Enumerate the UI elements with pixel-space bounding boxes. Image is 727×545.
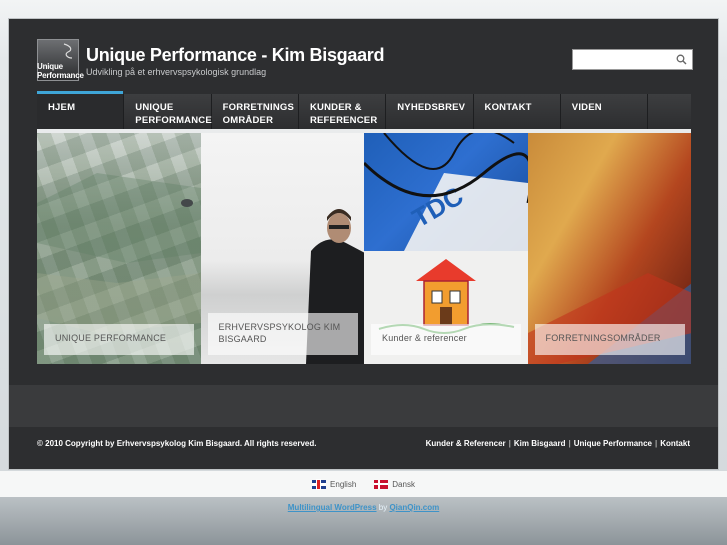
logo-text-line1: Unique bbox=[37, 62, 63, 71]
language-dansk[interactable]: Dansk bbox=[374, 479, 415, 489]
nav-item-nyhedsbrev[interactable]: NYHEDSBREV bbox=[386, 94, 474, 132]
separator: | bbox=[568, 439, 571, 448]
footer-link-unique[interactable]: Unique Performance bbox=[574, 439, 652, 448]
language-label: Dansk bbox=[392, 479, 415, 489]
feature-panels: UNIQUE PERFORMANCE ERHVERVSPSYKOLOG KIM … bbox=[37, 133, 691, 364]
uk-flag-icon bbox=[312, 479, 327, 489]
page-container: Unique Performance Unique Performance - … bbox=[8, 18, 719, 470]
language-bar: English Dansk bbox=[0, 471, 727, 497]
tdc-cable-image: TDC bbox=[364, 133, 528, 251]
footer-link-kunder[interactable]: Kunder & Referencer bbox=[426, 439, 506, 448]
panel-label: ERHVERVSPSYKOLOG KIM BISGAARD bbox=[207, 313, 358, 355]
logo-text-line2: Performance bbox=[37, 71, 84, 80]
panel-kim-bisgaard[interactable]: ERHVERVSPSYKOLOG KIM BISGAARD bbox=[200, 133, 364, 364]
separator: | bbox=[654, 439, 658, 448]
panel-kunder-referencer[interactable]: TDC Kunder & referencer bbox=[364, 133, 528, 364]
panel-label: FORRETNINGSOMRÅDER bbox=[534, 324, 685, 355]
nav-item-unique-performance[interactable]: UNIQUE PERFORMANCE bbox=[124, 94, 212, 132]
site-subtitle: Udvikling på et erhvervspsykologisk grun… bbox=[86, 67, 267, 77]
main-nav: HJEM UNIQUE PERFORMANCE FORRETNINGS OMRÅ… bbox=[37, 91, 691, 132]
footer-bar bbox=[9, 385, 718, 427]
logo-swirl-icon bbox=[63, 43, 73, 59]
nav-item-forretningsomraader[interactable]: FORRETNINGS OMRÅDER bbox=[212, 94, 299, 132]
search-input[interactable] bbox=[573, 51, 669, 70]
footer-link-kim[interactable]: Kim Bisgaard bbox=[514, 439, 566, 448]
panel-label: Kunder & referencer bbox=[371, 324, 521, 355]
footer-link-kontakt[interactable]: Kontakt bbox=[660, 439, 690, 448]
nav-item-spacer bbox=[648, 94, 691, 132]
qianqin-link[interactable]: QianQin.com bbox=[389, 503, 439, 512]
panel-label: UNIQUE PERFORMANCE bbox=[44, 324, 194, 355]
powered-by: Multilingual WordPress by QianQin.com bbox=[0, 503, 727, 512]
search-icon[interactable] bbox=[676, 54, 687, 65]
logo-text: Unique Performance bbox=[37, 62, 84, 80]
panel-forretningsomraader[interactable]: FORRETNINGSOMRÅDER bbox=[527, 133, 691, 364]
nav-item-viden[interactable]: VIDEN bbox=[561, 94, 649, 132]
language-label: English bbox=[330, 479, 357, 489]
panel-unique-performance[interactable]: UNIQUE PERFORMANCE bbox=[37, 133, 201, 364]
separator: | bbox=[508, 439, 511, 448]
denmark-flag-icon bbox=[374, 479, 389, 489]
powered-by-text: by bbox=[378, 503, 388, 512]
copyright-text: © 2010 Copyright by Erhvervspsykolog Kim… bbox=[37, 439, 317, 448]
multilingual-wordpress-link[interactable]: Multilingual WordPress bbox=[288, 503, 377, 512]
nav-item-kontakt[interactable]: KONTAKT bbox=[474, 94, 561, 132]
nav-item-kunder-referencer[interactable]: KUNDER & REFERENCER bbox=[299, 94, 387, 132]
footer-links: Kunder & Referencer | Kim Bisgaard | Unique … bbox=[426, 439, 690, 448]
search-box bbox=[572, 49, 693, 70]
language-english[interactable]: English bbox=[312, 479, 357, 489]
nav-item-hjem[interactable]: HJEM bbox=[37, 91, 125, 132]
site-title[interactable]: Unique Performance - Kim Bisgaard bbox=[86, 45, 384, 66]
